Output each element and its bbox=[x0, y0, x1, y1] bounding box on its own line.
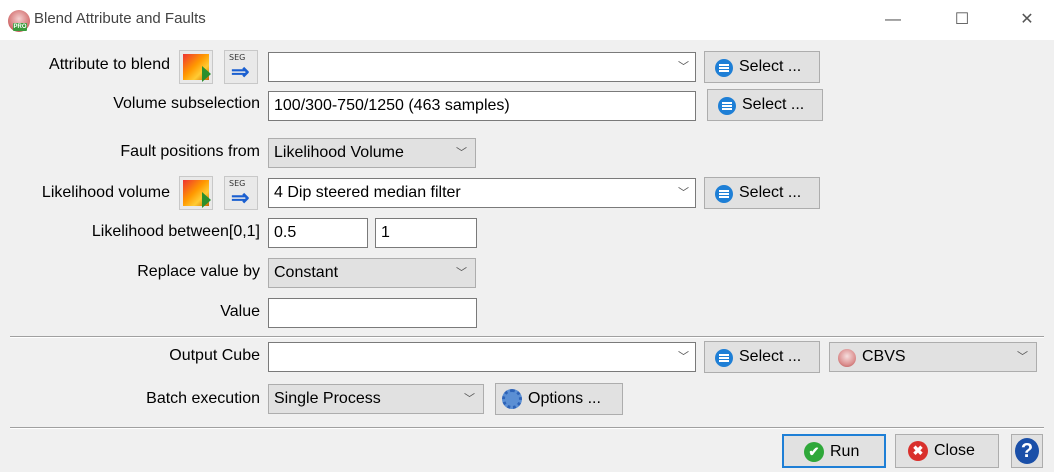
close-window-button[interactable]: ✕ bbox=[1004, 6, 1050, 34]
likelihood-between-label: Likelihood between[0,1] bbox=[91, 223, 260, 240]
attribute-to-blend-combo[interactable]: ﹀ bbox=[268, 52, 696, 82]
output-cube-combo[interactable]: ﹀ bbox=[268, 342, 696, 372]
likelihood-min-field[interactable]: 0.5 bbox=[268, 218, 368, 248]
volume-subselection-field[interactable]: 100/300-750/1250 (463 samples) bbox=[268, 91, 696, 121]
replace-value-label: Replace value by bbox=[137, 263, 260, 280]
value-field[interactable] bbox=[268, 298, 477, 328]
gear-icon bbox=[502, 389, 522, 409]
output-cube-label: Output Cube bbox=[169, 347, 260, 364]
cbvs-icon bbox=[838, 349, 856, 367]
window-title: Blend Attribute and Faults bbox=[34, 10, 206, 27]
volume-select-button[interactable]: Select ... bbox=[707, 89, 823, 121]
likelihood-image-icon[interactable] bbox=[179, 176, 213, 210]
list-icon bbox=[718, 97, 736, 115]
help-button[interactable]: ? bbox=[1011, 434, 1043, 468]
list-icon bbox=[715, 185, 733, 203]
likelihood-volume-label: Likelihood volume bbox=[41, 184, 170, 201]
pro-badge: PRO bbox=[13, 23, 27, 31]
volume-subselection-label: Volume subselection bbox=[113, 95, 260, 112]
seg-arrow-icon[interactable]: SEG ⇒ bbox=[224, 50, 258, 84]
likelihood-max-field[interactable]: 1 bbox=[375, 218, 477, 248]
replace-value-dropdown[interactable]: Constant ﹀ bbox=[268, 258, 476, 288]
maximize-button[interactable]: ☐ bbox=[939, 6, 985, 34]
attribute-to-blend-label: Attribute to blend bbox=[49, 56, 170, 73]
close-button[interactable]: ✖ Close bbox=[895, 434, 999, 468]
attribute-select-button[interactable]: Select ... bbox=[704, 51, 820, 83]
options-button[interactable]: Options ... bbox=[495, 383, 623, 415]
minimize-button[interactable]: — bbox=[870, 6, 916, 34]
run-button[interactable]: ✔ Run bbox=[782, 434, 886, 468]
likelihood-seg-arrow-icon[interactable]: SEG ⇒ bbox=[224, 176, 258, 210]
likelihood-select-button[interactable]: Select ... bbox=[704, 177, 820, 209]
likelihood-volume-combo[interactable]: 4 Dip steered median filter ﹀ bbox=[268, 178, 696, 208]
value-label: Value bbox=[220, 303, 260, 320]
list-icon bbox=[715, 59, 733, 77]
fault-positions-dropdown[interactable]: Likelihood Volume ﹀ bbox=[268, 138, 476, 168]
help-icon: ? bbox=[1015, 438, 1039, 464]
output-format-dropdown[interactable]: CBVS ﹀ bbox=[829, 342, 1037, 372]
attribute-image-icon[interactable] bbox=[179, 50, 213, 84]
app-icon: PRO bbox=[8, 10, 30, 32]
output-select-button[interactable]: Select ... bbox=[704, 341, 820, 373]
title-bar: PRO Blend Attribute and Faults — ☐ ✕ bbox=[0, 0, 1054, 40]
batch-execution-label: Batch execution bbox=[146, 390, 260, 407]
checkmark-icon: ✔ bbox=[804, 442, 824, 462]
batch-execution-dropdown[interactable]: Single Process ﹀ bbox=[268, 384, 484, 414]
close-x-icon: ✖ bbox=[908, 441, 928, 461]
fault-positions-label: Fault positions from bbox=[120, 143, 260, 160]
list-icon bbox=[715, 349, 733, 367]
